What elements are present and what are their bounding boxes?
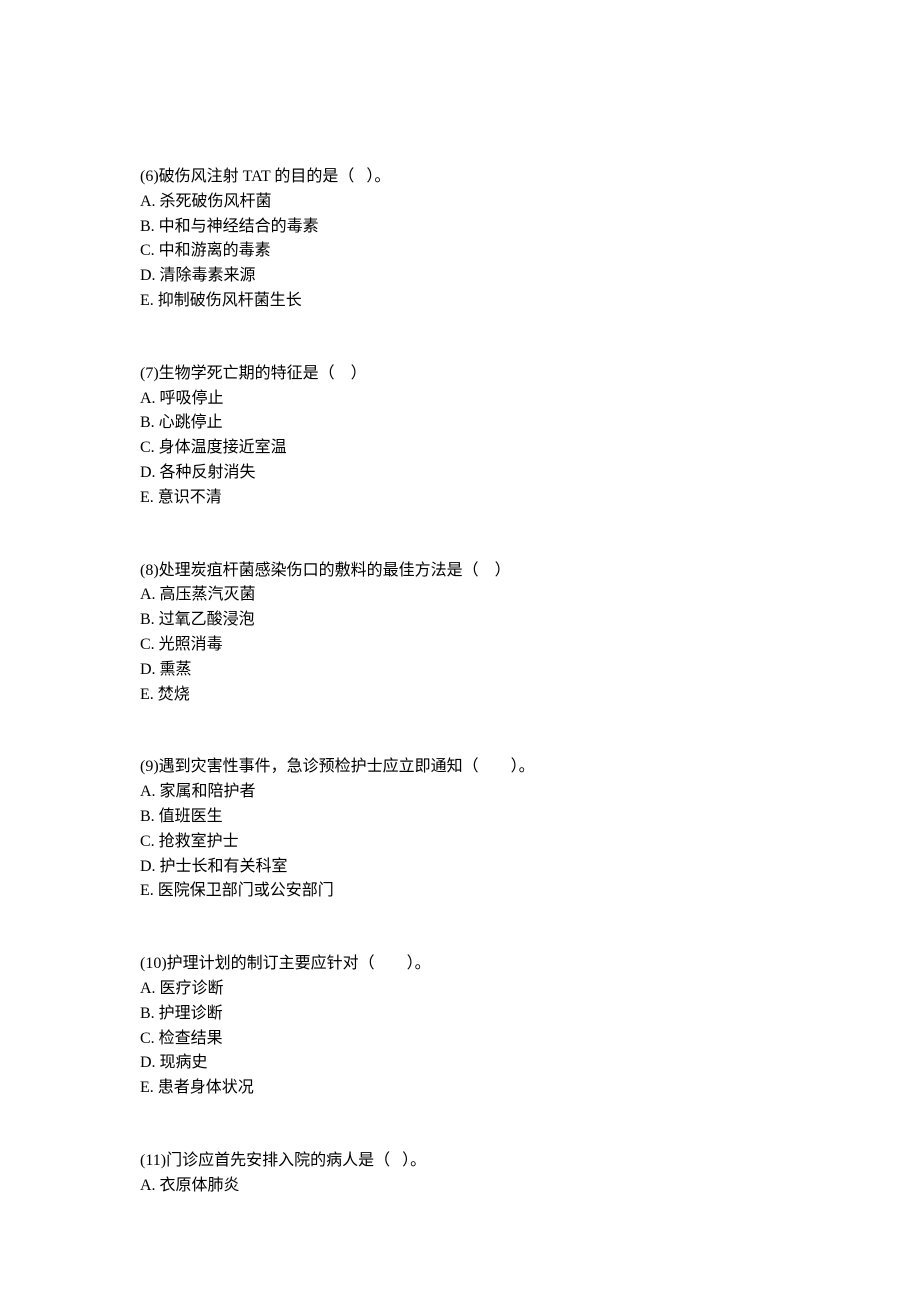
question-10: (10)护理计划的制订主要应针对（ ）。 A. 医疗诊断 B. 护理诊断 C. … [140,952,780,1101]
question-8: (8)处理炭疽杆菌感染伤口的敷料的最佳方法是（ ） A. 高压蒸汽灭菌 B. 过… [140,559,780,708]
option-b: B. 心跳停止 [140,411,780,436]
question-stem: (6)破伤风注射 TAT 的目的是（ ）。 [140,165,780,190]
option-c: C. 身体温度接近室温 [140,436,780,461]
option-c: C. 抢救室护士 [140,830,780,855]
option-b: B. 中和与神经结合的毒素 [140,215,780,240]
option-d: D. 清除毒素来源 [140,264,780,289]
question-stem: (10)护理计划的制订主要应针对（ ）。 [140,952,780,977]
option-a: A. 杀死破伤风杆菌 [140,190,780,215]
option-e: E. 医院保卫部门或公安部门 [140,879,780,904]
option-c: C. 光照消毒 [140,633,780,658]
option-a: A. 家属和陪护者 [140,780,780,805]
option-d: D. 现病史 [140,1051,780,1076]
option-e: E. 焚烧 [140,683,780,708]
question-stem: (11)门诊应首先安排入院的病人是（ ）。 [140,1149,780,1174]
question-stem: (9)遇到灾害性事件，急诊预检护士应立即通知（ ）。 [140,755,780,780]
document-page: (6)破伤风注射 TAT 的目的是（ ）。 A. 杀死破伤风杆菌 B. 中和与神… [0,0,920,1307]
question-7: (7)生物学死亡期的特征是（ ） A. 呼吸停止 B. 心跳停止 C. 身体温度… [140,362,780,511]
question-6: (6)破伤风注射 TAT 的目的是（ ）。 A. 杀死破伤风杆菌 B. 中和与神… [140,165,780,314]
option-b: B. 护理诊断 [140,1002,780,1027]
option-d: D. 熏蒸 [140,658,780,683]
option-d: D. 各种反射消失 [140,461,780,486]
question-9: (9)遇到灾害性事件，急诊预检护士应立即通知（ ）。 A. 家属和陪护者 B. … [140,755,780,904]
question-11: (11)门诊应首先安排入院的病人是（ ）。 A. 衣原体肺炎 [140,1149,780,1199]
option-d: D. 护士长和有关科室 [140,855,780,880]
option-e: E. 抑制破伤风杆菌生长 [140,289,780,314]
option-e: E. 患者身体状况 [140,1076,780,1101]
option-a: A. 医疗诊断 [140,977,780,1002]
option-c: C. 检查结果 [140,1027,780,1052]
question-stem: (7)生物学死亡期的特征是（ ） [140,362,780,387]
option-b: B. 过氧乙酸浸泡 [140,608,780,633]
option-a: A. 呼吸停止 [140,387,780,412]
option-b: B. 值班医生 [140,805,780,830]
option-c: C. 中和游离的毒素 [140,239,780,264]
option-a: A. 衣原体肺炎 [140,1174,780,1199]
question-stem: (8)处理炭疽杆菌感染伤口的敷料的最佳方法是（ ） [140,559,780,584]
option-a: A. 高压蒸汽灭菌 [140,583,780,608]
option-e: E. 意识不清 [140,486,780,511]
